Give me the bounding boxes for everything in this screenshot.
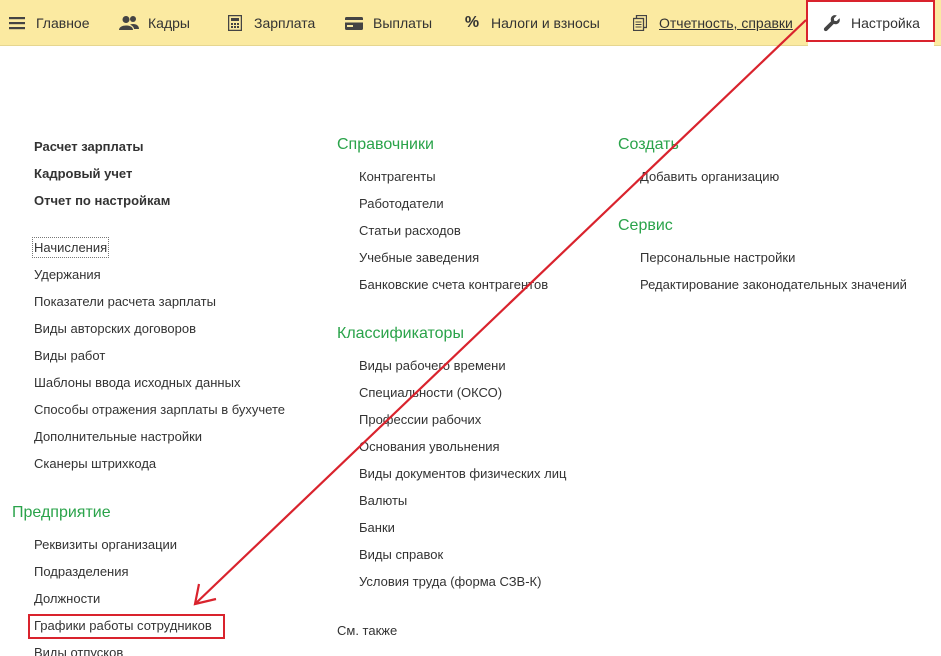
link-additional-settings[interactable]: Дополнительные настройки xyxy=(34,428,202,445)
menu-item-label: Зарплата xyxy=(254,15,316,31)
link-salary-indicators[interactable]: Показатели расчета зарплаты xyxy=(34,293,216,310)
link-accruals[interactable]: Начисления xyxy=(31,237,110,258)
arrow-head xyxy=(193,583,217,606)
link-labor-conditions[interactable]: Условия труда (форма СЗВ-К) xyxy=(359,573,541,590)
menu-item-main[interactable]: Главное xyxy=(6,0,90,46)
link-worker-professions[interactable]: Профессии рабочих xyxy=(359,411,481,428)
hamburger-icon xyxy=(6,12,28,34)
link-currencies[interactable]: Валюты xyxy=(359,492,407,509)
menu-item-payments[interactable]: Выплаты xyxy=(343,0,432,46)
link-certificate-types[interactable]: Виды справок xyxy=(359,546,443,563)
section-title-service: Сервис xyxy=(618,217,673,234)
work-schedules-highlight-box xyxy=(28,614,225,639)
link-vacation-types[interactable]: Виды отпусков xyxy=(34,644,123,656)
link-org-details[interactable]: Реквизиты организации xyxy=(34,536,177,553)
main-menu-bar: Главное Кадры Зарплата Выплаты % Налоги … xyxy=(0,0,941,46)
link-dismissal-grounds[interactable]: Основания увольнения xyxy=(359,438,500,455)
menu-item-reports[interactable]: Отчетность, справки xyxy=(629,0,793,46)
link-salary-calc[interactable]: Расчет зарплаты xyxy=(34,138,143,155)
link-counterparties[interactable]: Контрагенты xyxy=(359,168,436,185)
link-counterparty-bank-accounts[interactable]: Банковские счета контрагентов xyxy=(359,276,548,293)
menu-item-staff[interactable]: Кадры xyxy=(118,0,190,46)
link-see-also[interactable]: См. также xyxy=(337,622,397,639)
arrow-line xyxy=(194,19,807,605)
link-id-document-types[interactable]: Виды документов физических лиц xyxy=(359,465,566,482)
link-departments[interactable]: Подразделения xyxy=(34,563,129,580)
menu-item-label: Отчетность, справки xyxy=(659,15,793,31)
menu-item-taxes[interactable]: % Налоги и взносы xyxy=(461,0,600,46)
link-work-types[interactable]: Виды работ xyxy=(34,347,105,364)
menu-item-salary[interactable]: Зарплата xyxy=(224,0,315,46)
section-title-create: Создать xyxy=(618,136,679,153)
menu-item-label: Налоги и взносы xyxy=(491,15,600,31)
link-personal-settings[interactable]: Персональные настройки xyxy=(640,249,795,266)
section-title-classifiers: Классификаторы xyxy=(337,325,464,342)
documents-icon xyxy=(629,12,651,34)
section-title-enterprise: Предприятие xyxy=(12,504,111,521)
menu-item-label: Выплаты xyxy=(373,15,433,31)
link-employers[interactable]: Работодатели xyxy=(359,195,444,212)
link-settings-report[interactable]: Отчет по настройкам xyxy=(34,192,170,209)
link-specialties-okso[interactable]: Специальности (ОКСО) xyxy=(359,384,502,401)
link-author-contract-types[interactable]: Виды авторских договоров xyxy=(34,320,196,337)
menu-item-label: Кадры xyxy=(148,15,190,31)
link-barcode-scanners[interactable]: Сканеры штрихкода xyxy=(34,455,156,472)
link-input-templates[interactable]: Шаблоны ввода исходных данных xyxy=(34,374,240,391)
percent-icon: % xyxy=(464,14,480,31)
settings-highlight-box xyxy=(806,0,935,42)
menu-item-label: Главное xyxy=(36,15,90,31)
link-positions[interactable]: Должности xyxy=(34,590,100,607)
link-banks[interactable]: Банки xyxy=(359,519,395,536)
link-educational-institutions[interactable]: Учебные заведения xyxy=(359,249,479,266)
link-work-time-types[interactable]: Виды рабочего времени xyxy=(359,357,506,374)
clipped-row: Виды отпусков xyxy=(34,644,254,656)
card-icon xyxy=(343,12,365,34)
people-icon xyxy=(118,12,140,34)
section-title-directories: Справочники xyxy=(337,136,434,153)
link-expense-items[interactable]: Статьи расходов xyxy=(359,222,461,239)
link-legislative-values[interactable]: Редактирование законодательных значений xyxy=(640,276,907,293)
link-add-organization[interactable]: Добавить организацию xyxy=(640,168,779,185)
link-salary-reflection[interactable]: Способы отражения зарплаты в бухучете xyxy=(34,401,285,418)
link-deductions[interactable]: Удержания xyxy=(34,266,101,283)
link-hr-accounting[interactable]: Кадровый учет xyxy=(34,165,132,182)
calculator-icon xyxy=(224,12,246,34)
